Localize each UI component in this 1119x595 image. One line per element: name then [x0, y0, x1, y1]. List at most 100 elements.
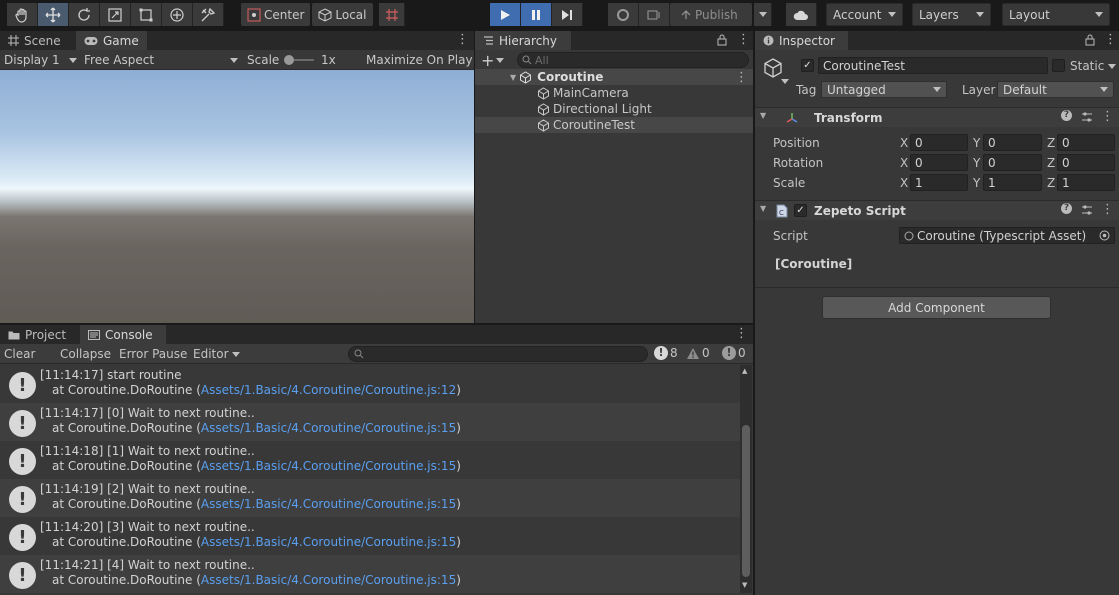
help-icon[interactable]: ?	[1061, 110, 1072, 121]
custom-tool-button[interactable]	[193, 3, 224, 26]
collapse-toggle[interactable]: Collapse	[60, 347, 111, 361]
list-item[interactable]: ! [11:14:19] [2] Wait to next routine.. …	[0, 479, 740, 517]
lock-icon[interactable]	[717, 34, 727, 49]
object-name-input[interactable]: CoroutineTest	[818, 57, 1048, 74]
tab-hierarchy[interactable]: Hierarchy	[475, 31, 571, 50]
object-picker-icon[interactable]	[1099, 230, 1110, 241]
preset-icon[interactable]	[1081, 204, 1093, 216]
hierarchy-item[interactable]: MainCamera	[475, 85, 753, 101]
log-filter-toggle[interactable]: ! 8	[654, 346, 678, 360]
script-object-field[interactable]: Coroutine (Typescript Asset)	[899, 227, 1115, 244]
tab-scene[interactable]: Scene	[0, 31, 69, 50]
clear-button[interactable]: Clear	[4, 347, 35, 361]
error-pause-toggle[interactable]: Error Pause	[119, 347, 187, 361]
layer-dropdown[interactable]: Default	[997, 81, 1114, 98]
scale-y-field[interactable]: 1	[983, 174, 1042, 191]
maximize-on-play-toggle[interactable]: Maximize On Play	[366, 50, 473, 70]
hierarchy-menu-icon[interactable]: ⋮	[737, 33, 750, 47]
scene-menu-icon[interactable]: ⋮	[735, 70, 748, 85]
publish-dropdown-button[interactable]	[754, 3, 772, 26]
log-source-link[interactable]: Assets/1.Basic/4.Coroutine/Coroutine.js:…	[201, 573, 456, 587]
expand-arrow-icon[interactable]: ▼	[760, 111, 766, 120]
inspector-menu-icon[interactable]: ⋮	[1104, 33, 1117, 47]
expand-arrow-icon[interactable]: ▼	[510, 73, 516, 82]
scale-tool-button[interactable]	[100, 3, 131, 26]
game-viewport[interactable]	[0, 70, 474, 323]
console-scrollbar-thumb[interactable]	[742, 425, 750, 577]
icon-dropdown-icon[interactable]	[781, 79, 789, 84]
tab-inspector[interactable]: Inspector	[755, 31, 848, 50]
cloud-button[interactable]	[786, 3, 817, 26]
game-panel-menu-icon[interactable]: ⋮	[456, 33, 469, 47]
log-source-link[interactable]: Assets/1.Basic/4.Coroutine/Coroutine.js:…	[201, 459, 456, 473]
list-item[interactable]: ! [11:14:21] [4] Wait to next routine.. …	[0, 555, 740, 593]
error-filter-toggle[interactable]: ! 0	[722, 346, 746, 360]
layers-dropdown[interactable]: Layers	[912, 3, 991, 26]
rotate-tool-button[interactable]	[69, 3, 100, 26]
rect-tool-button[interactable]	[131, 3, 162, 26]
transform-menu-icon[interactable]: ⋮	[1101, 109, 1114, 124]
list-item[interactable]: ! [11:14:17] [0] Wait to next routine.. …	[0, 403, 740, 441]
account-dropdown[interactable]: Account	[826, 3, 903, 26]
hierarchy-search-field[interactable]: All	[517, 52, 749, 68]
list-item[interactable]: ! [11:14:18] [1] Wait to next routine.. …	[0, 441, 740, 479]
zepeto-script-header[interactable]: ▼ C ✓ Zepeto Script ? ⋮	[755, 200, 1119, 220]
create-dropdown[interactable]: +	[481, 50, 511, 70]
tab-game[interactable]: Game	[76, 31, 147, 50]
rotation-y-field[interactable]: 0	[983, 154, 1042, 171]
move-tool-button[interactable]	[38, 3, 69, 26]
scale-z-field[interactable]: 1	[1057, 174, 1115, 191]
build-button[interactable]	[639, 3, 670, 26]
warning-filter-toggle[interactable]: 0	[686, 346, 710, 360]
grid-snap-button[interactable]	[379, 3, 405, 26]
tab-project[interactable]: Project	[0, 325, 80, 344]
list-item[interactable]: ! [11:14:20] [3] Wait to next routine.. …	[0, 517, 740, 555]
hand-tool-button[interactable]	[7, 3, 38, 26]
add-component-button[interactable]: Add Component	[822, 296, 1051, 319]
hierarchy-item-selected[interactable]: CoroutineTest	[475, 117, 753, 133]
static-dropdown[interactable]: Static	[1070, 59, 1117, 73]
transform-tool-button[interactable]	[162, 3, 193, 26]
play-button[interactable]	[490, 3, 521, 26]
log-source-link[interactable]: Assets/1.Basic/4.Coroutine/Coroutine.js:…	[201, 535, 456, 549]
scene-row[interactable]: ▼ Coroutine ⋮	[475, 69, 753, 85]
log-source-link[interactable]: Assets/1.Basic/4.Coroutine/Coroutine.js:…	[201, 497, 456, 511]
scroll-down-icon[interactable]: ▼	[742, 581, 747, 589]
pivot-center-button[interactable]: Center	[241, 3, 311, 26]
active-checkbox[interactable]: ✓	[801, 59, 814, 72]
step-button[interactable]	[552, 3, 583, 26]
editor-dropdown[interactable]: Editor	[193, 347, 240, 361]
display-dropdown[interactable]: Display 1	[4, 50, 77, 70]
position-z-field[interactable]: 0	[1057, 134, 1115, 151]
position-x-field[interactable]: 0	[910, 134, 968, 151]
log-source-link[interactable]: Assets/1.Basic/4.Coroutine/Coroutine.js:…	[201, 421, 456, 435]
rotation-z-field[interactable]: 0	[1057, 154, 1115, 171]
static-checkbox[interactable]	[1052, 59, 1065, 72]
tag-dropdown[interactable]: Untagged	[821, 81, 947, 98]
script-enabled-checkbox[interactable]: ✓	[794, 204, 807, 217]
help-icon[interactable]: ?	[1061, 203, 1072, 214]
log-source-link[interactable]: Assets/1.Basic/4.Coroutine/Coroutine.js:…	[201, 383, 456, 397]
publish-button[interactable]: Publish	[670, 3, 752, 26]
console-search-input[interactable]	[348, 346, 648, 362]
space-local-button[interactable]: Local	[312, 3, 373, 26]
scale-x-field[interactable]: 1	[910, 174, 968, 191]
scroll-up-icon[interactable]: ▲	[742, 367, 747, 375]
console-menu-icon[interactable]: ⋮	[735, 327, 748, 341]
position-y-field[interactable]: 0	[983, 134, 1042, 151]
rotation-x-field[interactable]: 0	[910, 154, 968, 171]
scale-slider-thumb[interactable]	[284, 55, 294, 65]
preset-icon[interactable]	[1081, 111, 1093, 123]
list-item[interactable]: ! [11:14:17] start routine at Coroutine.…	[0, 365, 740, 403]
hierarchy-item[interactable]: Directional Light	[475, 101, 753, 117]
tab-console[interactable]: Console	[80, 325, 166, 344]
console-scrollbar[interactable]: ▲ ▼	[740, 365, 752, 593]
pause-button[interactable]	[521, 3, 552, 26]
layout-dropdown[interactable]: Layout	[1002, 3, 1110, 26]
lock-icon[interactable]	[1085, 34, 1095, 49]
aspect-dropdown[interactable]: Free Aspect	[84, 50, 238, 70]
expand-arrow-icon[interactable]: ▼	[760, 204, 766, 213]
transform-header[interactable]: ▼ Transform ? ⋮	[755, 107, 1119, 127]
zepeto-script-menu-icon[interactable]: ⋮	[1101, 202, 1114, 217]
sync-button[interactable]	[608, 3, 639, 26]
